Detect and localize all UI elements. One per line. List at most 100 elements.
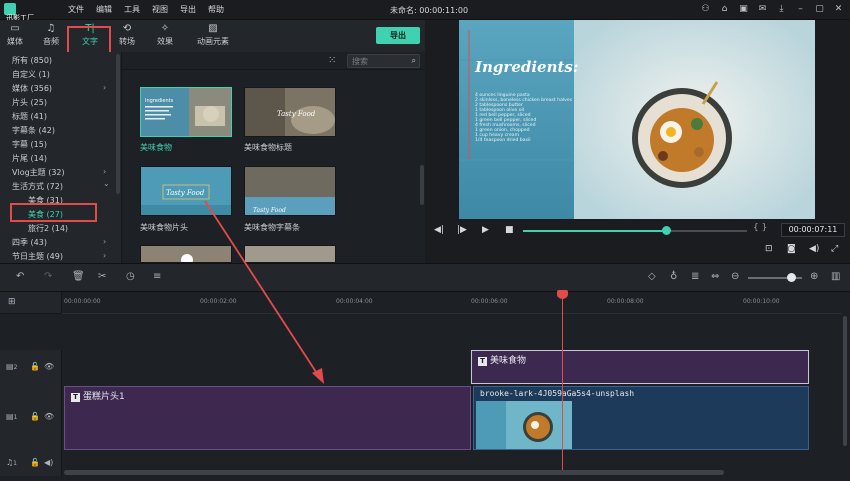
- category-scrollbar[interactable]: [116, 54, 120, 194]
- eye-icon[interactable]: 👁: [44, 412, 54, 421]
- seek-progress: [523, 230, 667, 232]
- playhead[interactable]: [562, 292, 563, 472]
- render-icon[interactable]: ⊡: [765, 244, 773, 254]
- template-label[interactable]: 美味食物片头: [140, 222, 188, 233]
- search-box[interactable]: ⌕: [347, 54, 420, 68]
- chevron-right-icon[interactable]: ›: [103, 167, 106, 176]
- category-item[interactable]: 自定义 (1): [12, 69, 50, 80]
- search-icon[interactable]: ⌕: [412, 55, 416, 67]
- template-thumbnail[interactable]: Ingredients: [140, 87, 232, 137]
- microphone-icon[interactable]: ♁: [670, 271, 677, 282]
- brackets-icon[interactable]: { }: [753, 223, 767, 233]
- delete-icon[interactable]: 🗑: [72, 271, 85, 282]
- columns-icon[interactable]: ▥: [831, 271, 840, 282]
- play-frame-icon[interactable]: |▶: [457, 225, 467, 235]
- tab-effects[interactable]: ✧ 效果: [146, 22, 184, 50]
- export-button[interactable]: 导出: [376, 27, 420, 44]
- lock-icon[interactable]: 🔓: [30, 362, 40, 371]
- text-clip-icon: T: [71, 393, 80, 402]
- undo-icon[interactable]: ↶: [16, 271, 24, 282]
- chevron-right-icon[interactable]: ›: [103, 237, 106, 246]
- template-preview-image: Tasty Food: [245, 167, 335, 215]
- current-timecode: 00:00:07:11: [781, 223, 845, 237]
- prev-frame-icon[interactable]: ◀|: [434, 225, 444, 235]
- close-icon[interactable]: ✕: [833, 3, 844, 15]
- category-item[interactable]: 标题 (41): [12, 111, 47, 122]
- category-item[interactable]: 所有 (850): [12, 55, 52, 66]
- category-item[interactable]: 片头 (25): [12, 97, 47, 108]
- mail-icon[interactable]: ✉: [757, 3, 768, 15]
- category-item[interactable]: 字幕条 (42): [12, 125, 55, 136]
- template-label[interactable]: 美味食物字幕条: [244, 222, 300, 233]
- category-subitem[interactable]: 旅行2 (14): [28, 223, 68, 234]
- template-label[interactable]: 美味食物标题: [244, 142, 292, 153]
- category-item[interactable]: 片尾 (14): [12, 153, 47, 164]
- shield-icon[interactable]: ◇: [648, 271, 656, 282]
- minimize-icon[interactable]: –: [795, 3, 806, 15]
- grid-view-icon[interactable]: ⁙: [328, 55, 336, 66]
- menu-file[interactable]: 文件: [68, 4, 84, 15]
- library-scrollbar[interactable]: [420, 165, 424, 205]
- mixer-icon[interactable]: ≣: [691, 271, 699, 282]
- tab-transition[interactable]: ⟲ 转场: [108, 22, 146, 50]
- chevron-right-icon[interactable]: ›: [103, 251, 106, 260]
- play-icon[interactable]: ▶: [482, 225, 489, 235]
- template-thumbnail[interactable]: [244, 245, 336, 263]
- cut-icon[interactable]: ✂: [98, 271, 106, 282]
- fullscreen-icon[interactable]: ⤢: [831, 244, 838, 254]
- timeline-vscrollbar[interactable]: [843, 316, 847, 446]
- gift-icon[interactable]: ▣: [738, 3, 749, 15]
- fit-icon[interactable]: ⇔: [711, 271, 719, 282]
- download-icon[interactable]: ⤓: [776, 3, 787, 15]
- zoom-out-icon[interactable]: ⊖: [731, 271, 739, 282]
- stop-icon[interactable]: ■: [505, 225, 514, 235]
- menu-export[interactable]: 导出: [180, 4, 196, 15]
- person-icon[interactable]: ⚇: [700, 3, 711, 15]
- effects-icon: ✧: [160, 23, 170, 34]
- add-track-icon[interactable]: ⊞: [8, 297, 16, 307]
- category-item[interactable]: 字幕 (15): [12, 139, 47, 150]
- volume-icon[interactable]: ◀): [809, 244, 819, 254]
- menu-help[interactable]: 帮助: [208, 4, 224, 15]
- template-thumbnail[interactable]: Tasty Food: [140, 166, 232, 216]
- eye-icon[interactable]: 👁: [44, 362, 54, 371]
- snapshot-icon[interactable]: ◙: [787, 244, 796, 254]
- shop-icon[interactable]: ⌂: [719, 3, 730, 15]
- clock-icon[interactable]: ◷: [126, 271, 135, 282]
- playhead-handle[interactable]: [557, 290, 568, 299]
- category-item[interactable]: 生活方式 (72): [12, 181, 63, 192]
- timeline-hscrollbar[interactable]: [64, 470, 724, 475]
- template-thumbnail[interactable]: Tasty Food: [244, 166, 336, 216]
- zoom-in-icon[interactable]: ⊕: [810, 271, 818, 282]
- search-input[interactable]: [352, 55, 408, 67]
- category-item[interactable]: 四季 (43): [12, 237, 47, 248]
- chevron-down-icon[interactable]: ⌄: [103, 179, 110, 188]
- folder-icon: ▭: [10, 23, 20, 34]
- tab-elements[interactable]: ▨ 动画元素: [192, 22, 234, 50]
- template-thumbnail[interactable]: [140, 245, 232, 263]
- lock-icon[interactable]: 🔓: [30, 458, 40, 467]
- video-clip[interactable]: brooke-lark-4J059aGa5s4-unsplash: [473, 386, 809, 450]
- title-clip[interactable]: T 美味食物: [471, 350, 809, 384]
- category-item[interactable]: 节日主题 (49): [12, 251, 63, 262]
- menu-tools[interactable]: 工具: [124, 4, 140, 15]
- redo-icon[interactable]: ↷: [44, 271, 52, 282]
- tab-media[interactable]: ▭ 媒体: [0, 22, 34, 50]
- category-item[interactable]: Vlog主题 (32): [12, 167, 65, 178]
- menu-view[interactable]: 视图: [152, 4, 168, 15]
- seek-handle[interactable]: [662, 226, 672, 235]
- category-item[interactable]: 媒体 (356): [12, 83, 52, 94]
- restore-icon[interactable]: ▢: [814, 3, 825, 15]
- lock-icon[interactable]: 🔓: [30, 412, 40, 421]
- zoom-slider-handle[interactable]: [787, 273, 796, 282]
- adjust-icon[interactable]: ≡: [153, 271, 161, 282]
- preview-video[interactable]: Ingredients: 4 ounces linguine pasta 2 s…: [459, 20, 815, 219]
- template-label[interactable]: 美味食物: [140, 142, 172, 153]
- time-ruler[interactable]: 00:00:00:00 00:00:02:00 00:00:04:00 00:0…: [62, 292, 842, 314]
- template-thumbnail[interactable]: Tasty Food: [244, 87, 336, 137]
- speaker-icon[interactable]: ◀): [44, 458, 53, 467]
- intro-clip[interactable]: T 蛋糕片头1: [64, 386, 471, 450]
- menu-edit[interactable]: 编辑: [96, 4, 112, 15]
- tab-audio[interactable]: ♫ 音频: [32, 22, 70, 50]
- chevron-right-icon[interactable]: ›: [103, 83, 106, 92]
